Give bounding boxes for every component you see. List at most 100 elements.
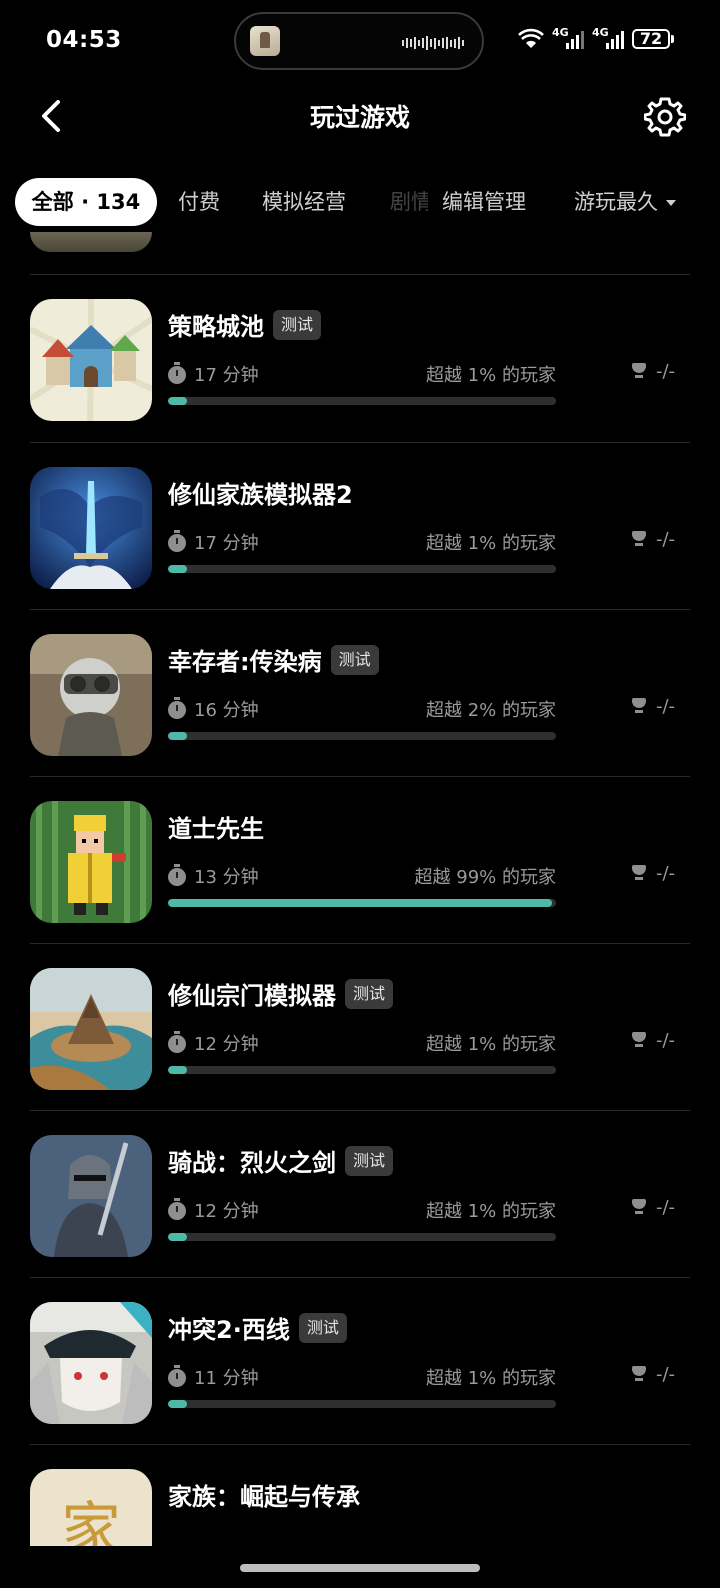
- tab-all[interactable]: 全部 · 134: [15, 178, 157, 226]
- playtime-row: 11 分钟 超越 1% 的玩家: [168, 1364, 556, 1394]
- game-icon[interactable]: [30, 1302, 152, 1424]
- playtime-row: 13 分钟 超越 99% 的玩家: [168, 863, 556, 893]
- rank-text: 超越 99% 的玩家: [414, 867, 556, 888]
- tab-simulation[interactable]: 模拟经营: [262, 178, 346, 226]
- trophy-icon: [632, 698, 646, 714]
- wifi-icon: [518, 28, 544, 48]
- game-name: 策略城池: [168, 313, 264, 341]
- game-row[interactable]: 幸存者:传染病 测试 16 分钟 超越 2% 的玩家 -/-: [0, 610, 720, 778]
- rank-text: 超越 1% 的玩家: [426, 1201, 556, 1222]
- achievement-text: -/-: [656, 696, 676, 717]
- page-title: 玩过游戏: [309, 103, 410, 132]
- game-row[interactable]: 骑战：烈火之剑 测试 12 分钟 超越 1% 的玩家 -/-: [0, 1111, 720, 1279]
- playtime-row: 17 分钟 超越 1% 的玩家: [168, 529, 556, 559]
- game-row[interactable]: 策略城池 测试 17 分钟 超越 1% 的玩家 -/-: [0, 275, 720, 443]
- edit-manage-button[interactable]: 编辑管理: [442, 178, 526, 226]
- game-name: 道士先生: [168, 815, 264, 843]
- game-icon[interactable]: [30, 801, 152, 923]
- audio-wave-icon: [402, 36, 464, 50]
- playtime-progress-bar: [168, 565, 556, 573]
- game-icon[interactable]: 家: [30, 1469, 152, 1546]
- game-row[interactable]: 修仙宗门模拟器 测试 12 分钟 超越 1% 的玩家 -/-: [0, 944, 720, 1112]
- game-icon[interactable]: [30, 968, 152, 1090]
- game-name: 幸存者:传染病: [168, 648, 322, 676]
- game-row[interactable]: 道士先生 13 分钟 超越 99% 的玩家 -/-: [0, 777, 720, 945]
- achievement-text: -/-: [656, 1030, 676, 1051]
- stopwatch-icon: [168, 697, 186, 719]
- caret-down-icon: [666, 200, 676, 206]
- game-icon[interactable]: [30, 232, 152, 252]
- playtime-text: 12 分钟: [194, 1034, 259, 1055]
- status-bar: 04:53 4G 4G 72: [0, 0, 720, 80]
- now-playing-thumbnail: [250, 26, 280, 56]
- game-icon[interactable]: [30, 634, 152, 756]
- gear-icon[interactable]: [644, 96, 686, 138]
- achievement-text: -/-: [656, 1364, 676, 1385]
- game-name: 骑战：烈火之剑: [168, 1149, 336, 1177]
- app-header: 玩过游戏: [0, 80, 720, 156]
- test-badge: 测试: [345, 1145, 394, 1176]
- category-tabs: 全部 · 134 付费 模拟经营 剧情 编辑管理 游玩最久: [0, 178, 720, 228]
- network-type-label: 4G: [552, 26, 569, 39]
- trophy-icon: [632, 865, 646, 881]
- achievement-text: -/-: [656, 529, 676, 550]
- game-name: 修仙家族模拟器2: [168, 481, 353, 509]
- game-title: 修仙家族模拟器2: [168, 475, 353, 510]
- progress-fill: [168, 565, 188, 573]
- progress-fill: [168, 397, 188, 405]
- playtime-text: 11 分钟: [194, 1368, 259, 1389]
- rank-text: 超越 1% 的玩家: [426, 365, 556, 386]
- progress-fill: [168, 1066, 188, 1074]
- game-list[interactable]: 策略城池 测试 17 分钟 超越 1% 的玩家 -/- 修仙家族模拟器2 17 分钟…: [0, 232, 720, 1546]
- progress-fill: [168, 732, 188, 740]
- stopwatch-icon: [168, 1365, 186, 1387]
- game-icon[interactable]: [30, 467, 152, 589]
- tab-story[interactable]: 剧情: [390, 178, 428, 226]
- playtime-progress-bar: [168, 1400, 556, 1408]
- stopwatch-icon: [168, 1031, 186, 1053]
- sort-dropdown[interactable]: 游玩最久: [574, 178, 676, 226]
- progress-fill: [168, 1233, 188, 1241]
- playtime-row: 12 分钟 超越 1% 的玩家: [168, 1030, 556, 1060]
- achievement-text: -/-: [656, 361, 676, 382]
- rank-text: 超越 1% 的玩家: [426, 1034, 556, 1055]
- game-icon[interactable]: [30, 299, 152, 421]
- game-title: 策略城池 测试: [168, 307, 322, 342]
- game-row[interactable]: 家 家族：崛起与传承: [0, 1445, 720, 1546]
- playtime-text: 13 分钟: [194, 867, 259, 888]
- game-title: 修仙宗门模拟器 测试: [168, 976, 394, 1011]
- dynamic-island[interactable]: [234, 12, 484, 70]
- trophy-icon: [632, 1032, 646, 1048]
- achievement-count: -/-: [632, 361, 675, 382]
- game-title: 骑战：烈火之剑 测试: [168, 1143, 394, 1178]
- home-indicator[interactable]: [240, 1564, 480, 1572]
- test-badge: 测试: [273, 309, 322, 340]
- playtime-text: 12 分钟: [194, 1201, 259, 1222]
- tab-paid[interactable]: 付费: [178, 178, 220, 226]
- playtime-row: 17 分钟 超越 1% 的玩家: [168, 361, 556, 391]
- playtime-row: 16 分钟 超越 2% 的玩家: [168, 696, 556, 726]
- trophy-icon: [632, 363, 646, 379]
- rank-text: 超越 2% 的玩家: [426, 700, 556, 721]
- game-row[interactable]: 修仙家族模拟器2 17 分钟 超越 1% 的玩家 -/-: [0, 443, 720, 611]
- status-time: 04:53: [46, 27, 122, 53]
- achievement-text: -/-: [656, 1197, 676, 1218]
- game-icon[interactable]: [30, 1135, 152, 1257]
- stopwatch-icon: [168, 530, 186, 552]
- stopwatch-icon: [168, 1198, 186, 1220]
- game-row[interactable]: 冲突2·西线 测试 11 分钟 超越 1% 的玩家 -/-: [0, 1278, 720, 1446]
- achievement-count: -/-: [632, 1364, 675, 1385]
- game-title: 冲突2·西线 测试: [168, 1310, 347, 1345]
- svg-text:家: 家: [61, 1496, 121, 1546]
- playtime-text: 17 分钟: [194, 365, 259, 386]
- achievement-text: -/-: [656, 863, 676, 884]
- test-badge: 测试: [345, 978, 394, 1009]
- playtime-text: 16 分钟: [194, 700, 259, 721]
- game-name: 冲突2·西线: [168, 1316, 290, 1344]
- trophy-icon: [632, 1199, 646, 1215]
- network-type-label: 4G: [592, 26, 609, 39]
- achievement-count: -/-: [632, 1197, 675, 1218]
- test-badge: 测试: [330, 644, 379, 675]
- cellular-signal-icon: 4G: [552, 26, 584, 49]
- game-title: 幸存者:传染病 测试: [168, 642, 379, 677]
